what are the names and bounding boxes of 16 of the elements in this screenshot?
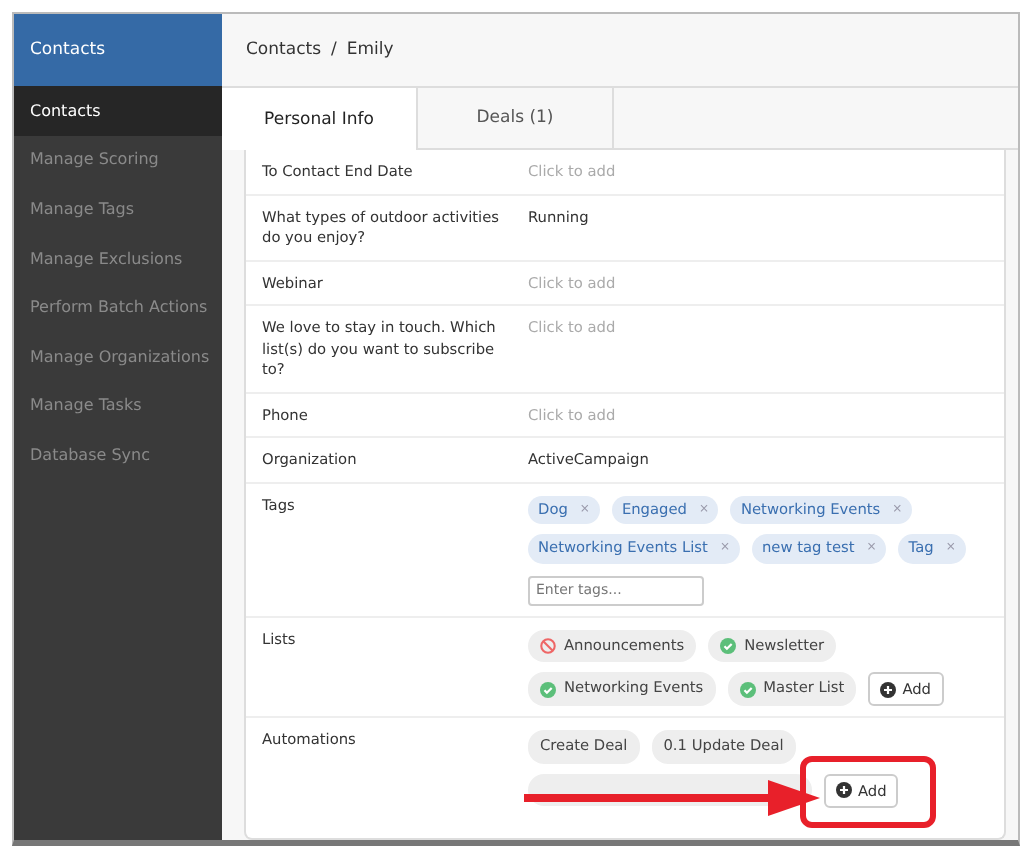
sidebar-item[interactable]: Manage Scoring bbox=[14, 135, 222, 185]
sidebar-item[interactable]: Contacts bbox=[14, 86, 222, 136]
tab[interactable]: Personal Info bbox=[222, 88, 418, 150]
sidebar-item[interactable]: Manage Tasks bbox=[14, 381, 222, 431]
sidebar-item[interactable]: Manage Tags bbox=[14, 184, 222, 234]
breadcrumb-current: Emily bbox=[346, 40, 394, 60]
breadcrumb-link[interactable]: Contacts bbox=[246, 40, 321, 60]
app-title: Contacts bbox=[30, 40, 105, 60]
plus-circle-icon bbox=[880, 681, 897, 697]
sidebar-item[interactable]: Database Sync bbox=[14, 430, 222, 480]
tab[interactable]: Deals (1) bbox=[418, 88, 614, 148]
breadcrumb-separator: / bbox=[331, 40, 337, 60]
sidebar-item[interactable]: Perform Batch Actions bbox=[14, 282, 222, 332]
sidebar-item[interactable]: Manage Organizations bbox=[14, 331, 222, 382]
plus-circle-icon bbox=[836, 782, 852, 798]
sidebar-item[interactable]: Manage Exclusions bbox=[14, 233, 222, 283]
